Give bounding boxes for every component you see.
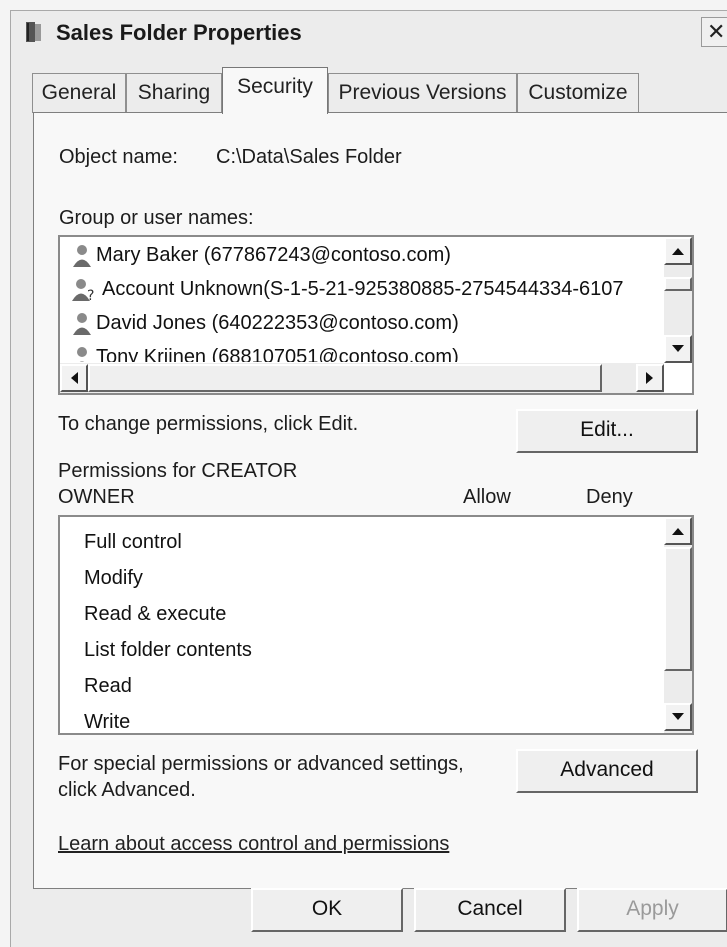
group-user-listbox[interactable]: Mary Baker (677867243@contoso.com) ? Acc… [58, 235, 694, 395]
deny-column-header: Deny [586, 486, 633, 508]
arrow-down-icon [672, 345, 684, 352]
user-icon [77, 346, 87, 362]
scroll-down-button[interactable] [664, 335, 692, 363]
scroll-thumb[interactable] [88, 364, 602, 392]
scroll-right-button[interactable] [636, 364, 664, 392]
tab-previous-versions[interactable]: Previous Versions [328, 73, 517, 113]
permission-write: Write [84, 711, 131, 733]
arrow-left-icon [71, 372, 78, 384]
tab-security[interactable]: Security [222, 67, 328, 114]
permissions-listbox[interactable]: Full control Modify Read & execute List … [58, 515, 694, 735]
allow-column-header: Allow [463, 486, 511, 508]
user-name: Tony Krijnen (688107051@contoso.com) [96, 346, 459, 362]
arrow-down-icon [672, 713, 684, 720]
permissions-title-line2: OWNER [58, 486, 135, 508]
group-names-label: Group or user names: [59, 207, 254, 229]
users-vertical-scrollbar[interactable] [664, 237, 692, 363]
ok-button[interactable]: OK [251, 888, 403, 932]
permission-read: Read [84, 675, 132, 697]
arrow-up-icon [672, 528, 684, 535]
properties-dialog: Sales Folder Properties ✕ General Sharin… [10, 10, 727, 947]
list-item-tony-krijnen[interactable]: Tony Krijnen (688107051@contoso.com) [72, 340, 459, 362]
permissions-vertical-scrollbar[interactable] [664, 517, 692, 733]
arrow-up-icon [672, 248, 684, 255]
folder-icon [26, 22, 41, 42]
tab-sharing[interactable]: Sharing [126, 73, 222, 113]
user-name: David Jones (640222353@contoso.com) [96, 312, 459, 334]
object-name-label: Object name: [59, 146, 178, 168]
scroll-left-button[interactable] [60, 364, 88, 392]
scroll-up-button[interactable] [664, 237, 692, 265]
tab-general[interactable]: General [32, 73, 126, 113]
scroll-thumb[interactable] [664, 547, 692, 671]
advanced-hint-line2: click Advanced. [58, 779, 196, 801]
edit-button[interactable]: Edit... [516, 409, 698, 453]
user-icon [73, 312, 91, 335]
security-tab-panel: Object name: C:\Data\Sales Folder Group … [33, 112, 727, 889]
svg-text:?: ? [87, 288, 94, 302]
cancel-button[interactable]: Cancel [414, 888, 566, 932]
list-item-account-unknown[interactable]: ? Account Unknown(S-1-5-21-925380885-275… [72, 272, 623, 306]
learn-access-control-link[interactable]: Learn about access control and permissio… [58, 833, 449, 856]
advanced-button[interactable]: Advanced [516, 749, 698, 793]
user-name: Mary Baker (677867243@contoso.com) [96, 244, 451, 266]
edit-hint: To change permissions, click Edit. [58, 413, 359, 435]
permission-full-control: Full control [84, 531, 182, 553]
advanced-hint-line1: For special permissions or advanced sett… [58, 753, 464, 775]
list-item-david-jones[interactable]: David Jones (640222353@contoso.com) [72, 306, 459, 340]
scroll-down-button[interactable] [664, 703, 692, 731]
window-title: Sales Folder Properties [56, 20, 302, 45]
apply-button[interactable]: Apply [577, 888, 727, 932]
user-name: Account Unknown(S-1-5-21-925380885-27545… [102, 278, 624, 300]
arrow-right-icon [646, 372, 653, 384]
users-horizontal-scrollbar[interactable] [60, 363, 664, 393]
unknown-user-icon: ? [72, 278, 94, 304]
tab-customize[interactable]: Customize [517, 73, 639, 113]
permission-read-execute: Read & execute [84, 603, 227, 625]
scroll-thumb[interactable] [664, 277, 692, 291]
title-bar: Sales Folder Properties ✕ [11, 11, 727, 51]
permission-list-folder-contents: List folder contents [84, 639, 252, 661]
list-item-mary-baker[interactable]: Mary Baker (677867243@contoso.com) [72, 238, 451, 272]
permission-modify: Modify [84, 567, 143, 589]
close-button[interactable]: ✕ [701, 17, 727, 47]
object-name-value: C:\Data\Sales Folder [216, 146, 402, 168]
scroll-up-button[interactable] [664, 517, 692, 545]
permissions-title-line1: Permissions for CREATOR [58, 460, 298, 482]
user-icon [73, 244, 91, 267]
